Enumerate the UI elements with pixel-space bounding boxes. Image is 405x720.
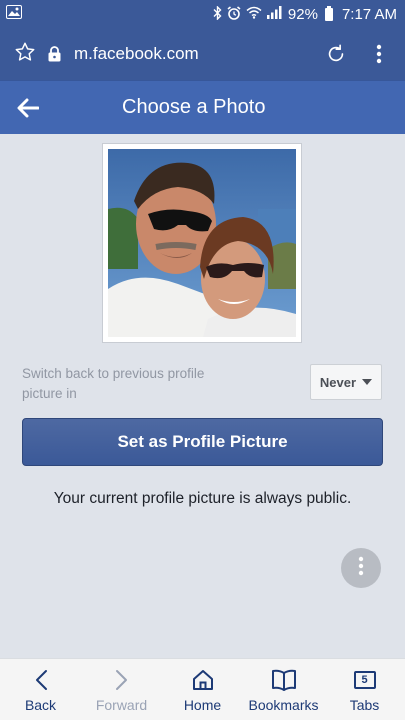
signal-icon [266, 6, 283, 22]
nav-bookmarks[interactable]: Bookmarks [243, 659, 324, 720]
public-note: Your current profile picture is always p… [53, 490, 352, 507]
nav-tabs[interactable]: 5 Tabs [324, 659, 405, 720]
nav-label: Tabs [349, 696, 380, 713]
url-text[interactable]: m.facebook.com [74, 44, 199, 64]
wifi-icon [246, 6, 262, 22]
back-arrow-icon[interactable] [0, 98, 56, 118]
kebab-menu-icon[interactable] [359, 44, 399, 64]
caret-down-icon [362, 379, 373, 385]
dropdown-value: Never [319, 374, 357, 390]
star-icon[interactable] [0, 41, 44, 68]
bluetooth-icon [213, 4, 222, 23]
address-bar[interactable]: m.facebook.com [0, 41, 313, 68]
tabs-icon: 5 [353, 667, 376, 693]
status-bar: 92% 7:17 AM [0, 0, 405, 28]
lock-icon [48, 46, 66, 62]
battery-percent: 92% [287, 5, 318, 23]
nav-label: Home [183, 696, 222, 713]
floating-more-button[interactable] [341, 548, 381, 588]
switch-back-dropdown[interactable]: Never [310, 364, 382, 400]
battery-icon [324, 5, 333, 21]
nav-label: Bookmarks [248, 696, 319, 713]
switch-back-label: Switch back to previous profile picture … [22, 366, 205, 401]
tab-count: 5 [353, 670, 376, 689]
reload-icon[interactable] [313, 43, 359, 65]
photo-image [108, 149, 296, 337]
nav-forward[interactable]: Forward [81, 659, 162, 720]
book-icon [271, 667, 297, 693]
kebab-menu-icon [358, 556, 364, 581]
image-icon [6, 4, 22, 24]
chevron-left-icon [34, 667, 48, 693]
clock: 7:17 AM [341, 5, 397, 23]
home-icon [191, 667, 215, 693]
nav-label: Forward [95, 696, 148, 713]
nav-label: Back [24, 696, 57, 713]
selected-photo [102, 143, 302, 343]
alarm-icon [227, 5, 241, 23]
page-header: Choose a Photo [0, 80, 405, 134]
page-title: Choose a Photo [122, 96, 266, 118]
nav-home[interactable]: Home [162, 659, 243, 720]
browser-toolbar: m.facebook.com [0, 28, 405, 80]
nav-back[interactable]: Back [0, 659, 81, 720]
set-as-profile-picture-button[interactable]: Set as Profile Picture [22, 418, 383, 466]
chevron-right-icon [115, 667, 129, 693]
bottom-navigation: Back Forward Home Bookmarks 5 Tabs [0, 658, 405, 720]
